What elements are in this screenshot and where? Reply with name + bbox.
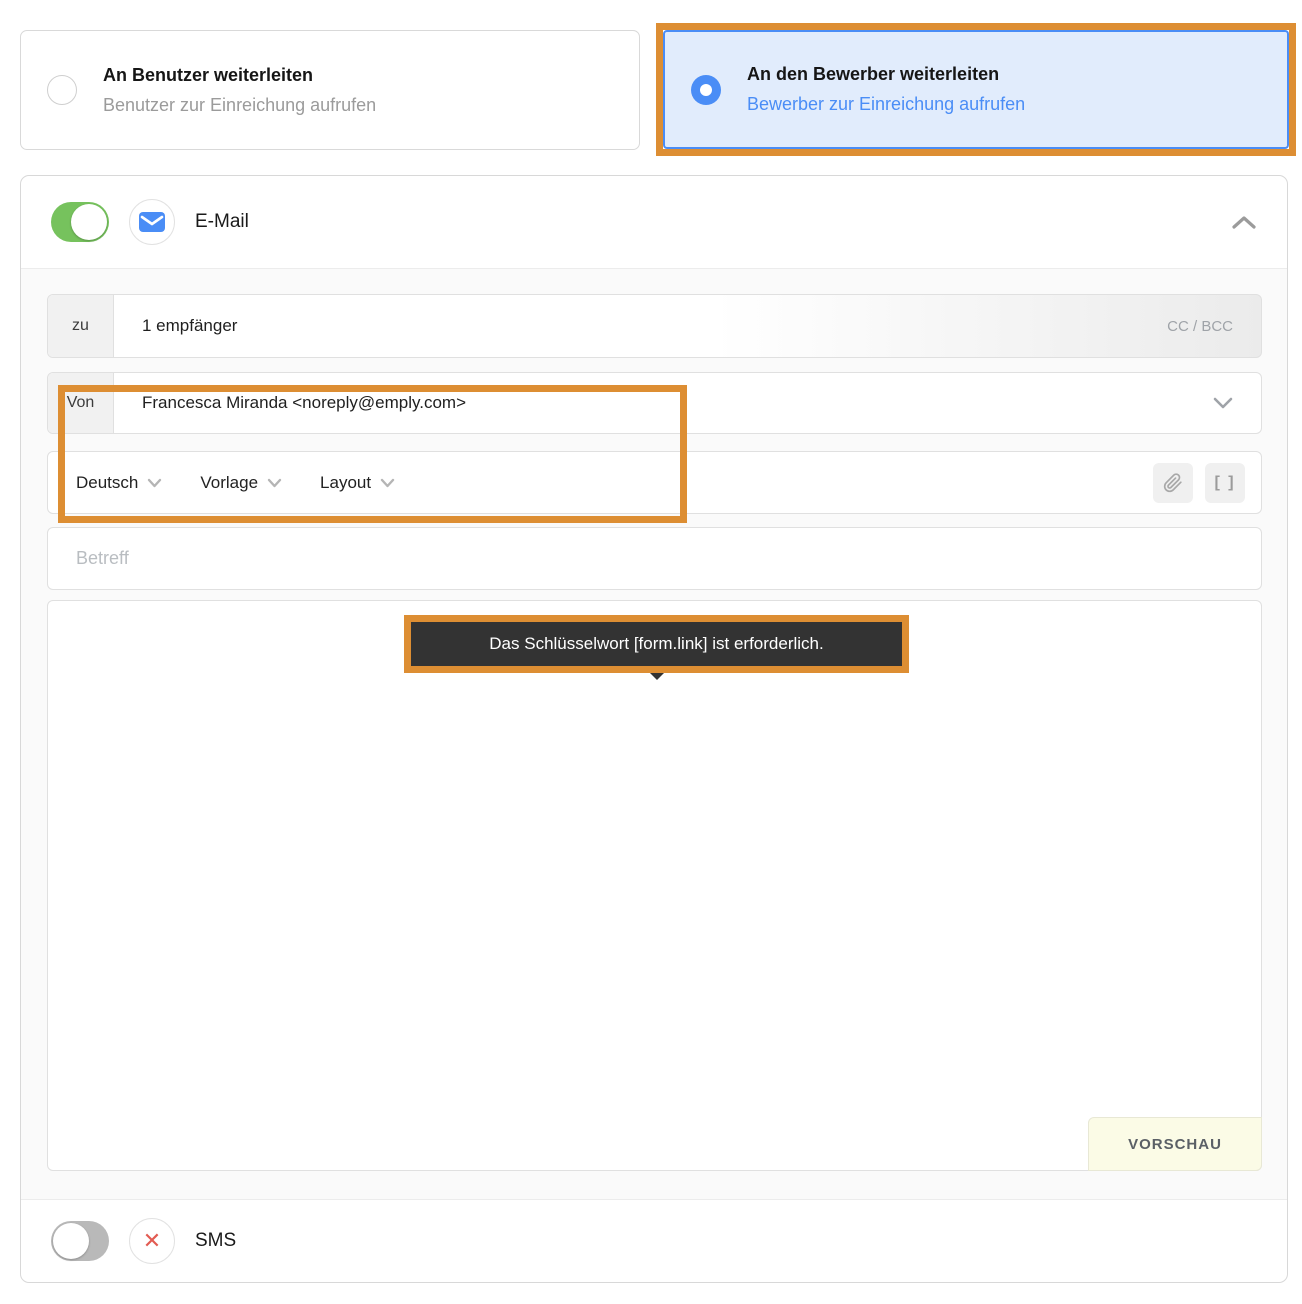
email-channel-header: E-Mail bbox=[21, 176, 1287, 268]
to-label: zu bbox=[48, 295, 114, 357]
language-dropdown[interactable]: Deutsch bbox=[76, 473, 162, 493]
collapse-chevron-up-icon[interactable] bbox=[1231, 214, 1257, 230]
option-texts: An den Bewerber weiterleiten Bewerber zu… bbox=[747, 64, 1025, 115]
sender-field[interactable]: Von Francesca Miranda <noreply@emply.com… bbox=[47, 372, 1262, 434]
sms-channel-header: ✕ SMS bbox=[21, 1200, 1287, 1282]
option-forward-to-user[interactable]: An Benutzer weiterleiten Benutzer zur Ei… bbox=[20, 30, 640, 150]
email-message-body[interactable]: VORSCHAU bbox=[47, 600, 1262, 1171]
subject-input[interactable] bbox=[48, 528, 1261, 589]
option-texts: An Benutzer weiterleiten Benutzer zur Ei… bbox=[103, 65, 376, 116]
layout-dropdown-label: Layout bbox=[320, 473, 371, 493]
preview-button[interactable]: VORSCHAU bbox=[1088, 1117, 1262, 1171]
toggle-knob bbox=[53, 1223, 89, 1259]
subject-field[interactable] bbox=[47, 527, 1262, 590]
validation-tooltip-wrap: Das Schlüsselwort [form.link] ist erford… bbox=[404, 615, 909, 680]
option-user-title: An Benutzer weiterleiten bbox=[103, 65, 376, 86]
chevron-down-icon bbox=[147, 478, 162, 488]
to-value[interactable]: 1 empfänger bbox=[114, 295, 1167, 357]
sms-toggle[interactable] bbox=[51, 1221, 109, 1261]
radio-selected-icon[interactable] bbox=[691, 75, 721, 105]
brackets-icon: [ ] bbox=[1214, 474, 1235, 492]
from-dropdown-chevron-icon[interactable] bbox=[1213, 373, 1261, 433]
validation-tooltip: Das Schlüsselwort [form.link] ist erford… bbox=[404, 615, 909, 673]
language-dropdown-label: Deutsch bbox=[76, 473, 138, 493]
sms-channel-icon-circle: ✕ bbox=[129, 1218, 175, 1264]
email-toggle[interactable] bbox=[51, 202, 109, 242]
attachment-button[interactable] bbox=[1153, 463, 1193, 503]
merge-keywords-button[interactable]: [ ] bbox=[1205, 463, 1245, 503]
option-applicant-link[interactable]: Bewerber zur Einreichung aufrufen bbox=[747, 94, 1025, 115]
sms-channel-label: SMS bbox=[195, 1230, 236, 1252]
from-label: Von bbox=[48, 373, 114, 433]
email-editor-area: zu 1 empfänger CC / BCC Von Francesca Mi… bbox=[21, 268, 1287, 1200]
email-channel-icon-circle bbox=[129, 199, 175, 245]
radio-unselected-icon[interactable] bbox=[47, 75, 77, 105]
template-dropdown-label: Vorlage bbox=[200, 473, 258, 493]
option-forward-to-applicant[interactable]: An den Bewerber weiterleiten Bewerber zu… bbox=[663, 30, 1289, 149]
recipient-field[interactable]: zu 1 empfänger CC / BCC bbox=[47, 294, 1262, 358]
template-dropdown[interactable]: Vorlage bbox=[200, 473, 282, 493]
envelope-icon bbox=[139, 212, 165, 232]
paperclip-icon bbox=[1163, 473, 1183, 493]
cc-bcc-button[interactable]: CC / BCC bbox=[1167, 295, 1261, 357]
email-channel-label: E-Mail bbox=[195, 211, 249, 233]
editor-toolbar: Deutsch Vorlage Layout [ ] bbox=[47, 451, 1262, 514]
option-user-subtitle: Benutzer zur Einreichung aufrufen bbox=[103, 95, 376, 116]
chevron-down-icon bbox=[267, 478, 282, 488]
chevron-down-icon bbox=[380, 478, 395, 488]
tooltip-caret bbox=[650, 673, 664, 680]
option-applicant-title: An den Bewerber weiterleiten bbox=[747, 64, 1025, 85]
message-panel: E-Mail zu 1 empfänger CC / BCC Von Franc… bbox=[20, 175, 1288, 1283]
layout-dropdown[interactable]: Layout bbox=[320, 473, 395, 493]
toggle-knob bbox=[71, 204, 107, 240]
highlight-border-applicant-option: An den Bewerber weiterleiten Bewerber zu… bbox=[656, 23, 1296, 156]
from-value[interactable]: Francesca Miranda <noreply@emply.com> bbox=[114, 373, 1213, 433]
x-disabled-icon: ✕ bbox=[143, 1230, 161, 1252]
